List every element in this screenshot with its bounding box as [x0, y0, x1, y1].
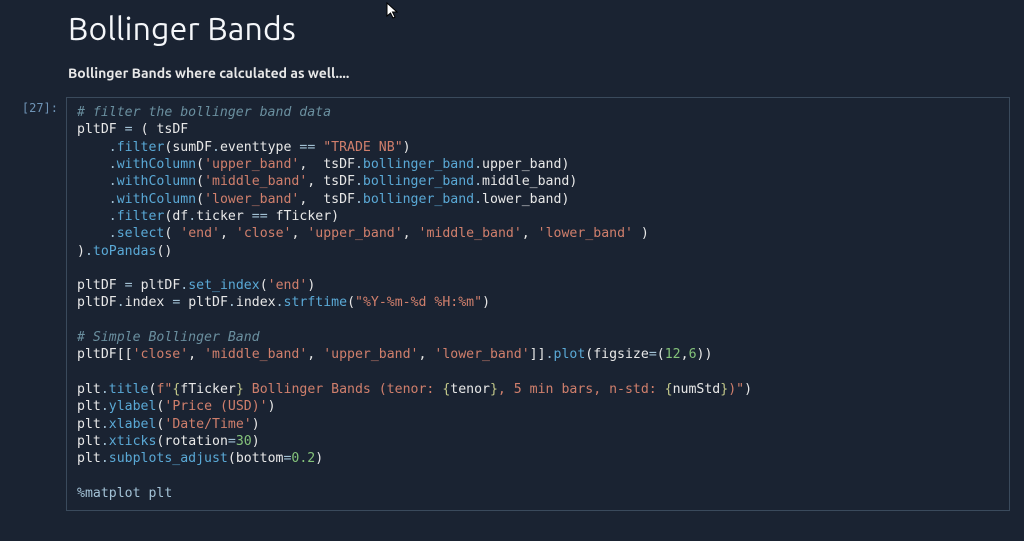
source-code[interactable]: # filter the bollinger band data pltDF =… — [77, 104, 999, 502]
markdown-paragraph: Bollinger Bands where calculated as well… — [68, 65, 1024, 81]
code-cell: [27]: # filter the bollinger band data p… — [0, 97, 1024, 511]
input-prompt: [27]: — [12, 97, 66, 511]
code-input-area[interactable]: # filter the bollinger band data pltDF =… — [66, 97, 1010, 511]
notebook-page: Bollinger Bands Bollinger Bands where ca… — [0, 0, 1024, 541]
section-heading: Bollinger Bands — [68, 12, 1024, 47]
